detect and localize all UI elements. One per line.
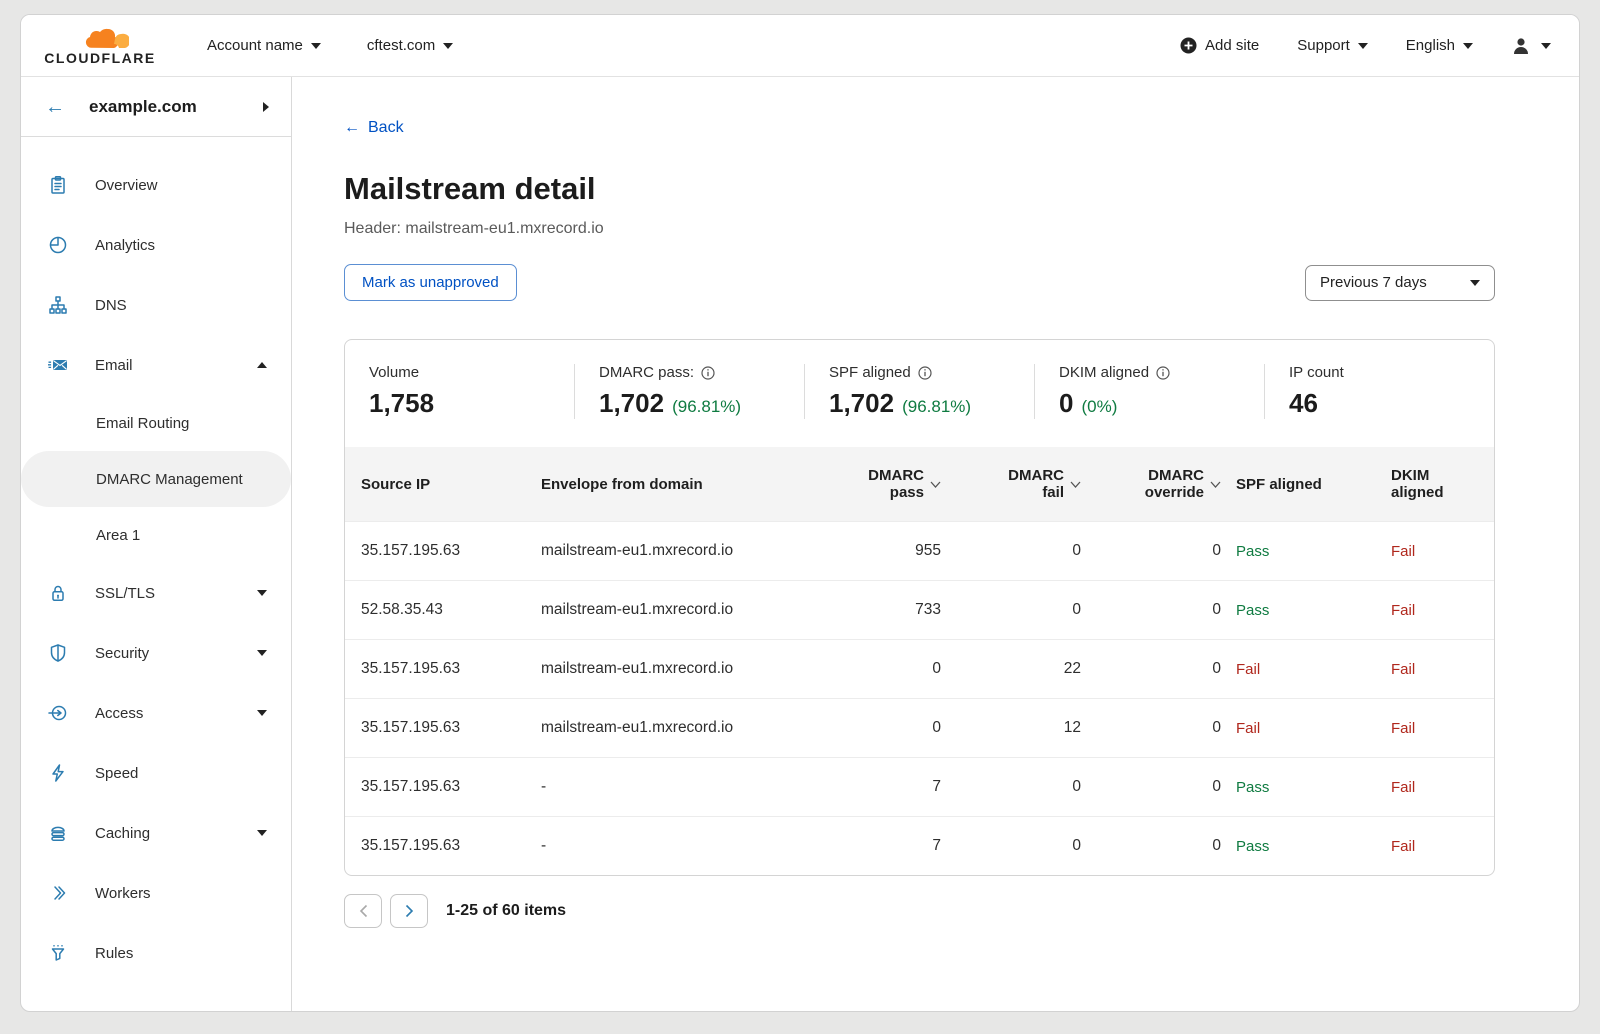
sidebar-item-analytics[interactable]: Analytics bbox=[21, 215, 291, 275]
info-icon[interactable] bbox=[1156, 366, 1170, 380]
sidebar-item-overview[interactable]: Overview bbox=[21, 155, 291, 215]
plus-circle-icon bbox=[1180, 37, 1197, 54]
info-icon[interactable] bbox=[918, 366, 932, 380]
pagination: 1-25 of 60 items bbox=[344, 894, 1495, 958]
sort-chevron-icon bbox=[930, 481, 941, 488]
sidebar-item-security[interactable]: Security bbox=[21, 623, 291, 683]
table-row: 35.157.195.63 - 7 0 0 Pass Fail bbox=[345, 757, 1494, 816]
chevron-down-icon bbox=[1358, 43, 1368, 49]
user-menu[interactable] bbox=[1511, 36, 1551, 56]
chevron-down-icon bbox=[1463, 43, 1473, 49]
table-row: 35.157.195.63 - 7 0 0 Pass Fail bbox=[345, 816, 1494, 875]
chevron-up-icon bbox=[257, 362, 267, 368]
stats-row: Volume 1,758 DMARC pass: 1,702 (96.81%) … bbox=[345, 340, 1494, 447]
sidebar-item-speed[interactable]: Speed bbox=[21, 743, 291, 803]
stat-volume: Volume 1,758 bbox=[345, 364, 574, 419]
sidebar-item-rules[interactable]: Rules bbox=[21, 923, 291, 983]
chevron-right-icon bbox=[263, 102, 269, 112]
next-page-button[interactable] bbox=[390, 894, 428, 928]
code-brackets-icon bbox=[47, 883, 69, 903]
funnel-icon bbox=[47, 943, 69, 963]
column-header-dmarc-override[interactable]: DMARC override bbox=[1081, 467, 1221, 501]
mailstream-card: Volume 1,758 DMARC pass: 1,702 (96.81%) … bbox=[344, 339, 1495, 876]
main-content: ← Back Mailstream detail Header: mailstr… bbox=[292, 77, 1579, 1011]
column-header-dmarc-fail[interactable]: DMARC fail bbox=[941, 467, 1081, 501]
table-header: Source IP Envelope from domain DMARC pas… bbox=[345, 447, 1494, 521]
chevron-down-icon bbox=[257, 710, 267, 716]
chevron-down-icon bbox=[257, 830, 267, 836]
chevron-left-icon bbox=[359, 904, 368, 918]
brand-wordmark: CLOUDFLARE bbox=[44, 50, 155, 66]
chevron-down-icon bbox=[1541, 43, 1551, 49]
sidebar-item-dmarc-management[interactable]: DMARC Management bbox=[21, 451, 291, 507]
table-row: 52.58.35.43 mailstream-eu1.mxrecord.io 7… bbox=[345, 580, 1494, 639]
page-title: Mailstream detail bbox=[344, 171, 1495, 207]
access-icon bbox=[47, 703, 69, 723]
chevron-down-icon bbox=[443, 43, 453, 49]
cloudflare-cloud-icon bbox=[71, 26, 129, 52]
column-header-dkim-aligned: DKIM aligned bbox=[1376, 467, 1478, 501]
period-select[interactable]: Previous 7 days bbox=[1305, 265, 1495, 301]
sidebar-item-access[interactable]: Access bbox=[21, 683, 291, 743]
back-arrow-icon: ← bbox=[45, 97, 65, 117]
cloudflare-logo[interactable]: CLOUDFLARE bbox=[35, 26, 165, 66]
page-subtitle: Header: mailstream-eu1.mxrecord.io bbox=[344, 220, 1495, 238]
column-header-envelope: Envelope from domain bbox=[541, 476, 791, 493]
previous-page-button[interactable] bbox=[344, 894, 382, 928]
stat-spf-aligned: SPF aligned 1,702 (96.81%) bbox=[804, 364, 1034, 419]
cache-icon bbox=[47, 823, 69, 843]
table-row: 35.157.195.63 mailstream-eu1.mxrecord.io… bbox=[345, 639, 1494, 698]
sidebar-item-email-routing[interactable]: Email Routing bbox=[21, 395, 291, 451]
back-arrow-icon: ← bbox=[344, 119, 360, 137]
account-dropdown[interactable]: Account name bbox=[207, 37, 321, 54]
sidebar-item-ssl-tls[interactable]: SSL/TLS bbox=[21, 563, 291, 623]
sidebar-item-workers[interactable]: Workers bbox=[21, 863, 291, 923]
user-icon bbox=[1511, 36, 1531, 56]
sidebar-item-email[interactable]: Email bbox=[21, 335, 291, 395]
table-row: 35.157.195.63 mailstream-eu1.mxrecord.io… bbox=[345, 521, 1494, 580]
chevron-down-icon bbox=[257, 650, 267, 656]
column-header-spf-aligned: SPF aligned bbox=[1221, 476, 1376, 493]
info-icon[interactable] bbox=[701, 366, 715, 380]
column-header-source-ip: Source IP bbox=[361, 476, 541, 493]
chevron-down-icon bbox=[311, 43, 321, 49]
mark-unapproved-button[interactable]: Mark as unapproved bbox=[344, 264, 517, 301]
sort-chevron-icon bbox=[1070, 481, 1081, 488]
sidebar-nav: Overview Analytics DNS bbox=[21, 137, 291, 983]
language-dropdown[interactable]: English bbox=[1406, 37, 1473, 54]
chevron-right-icon bbox=[405, 904, 414, 918]
chevron-down-icon bbox=[257, 590, 267, 596]
stat-dmarc-pass: DMARC pass: 1,702 (96.81%) bbox=[574, 364, 804, 419]
sidebar-site-name: example.com bbox=[89, 97, 197, 117]
sidebar-site-header[interactable]: ← example.com bbox=[21, 77, 291, 137]
sidebar-item-dns[interactable]: DNS bbox=[21, 275, 291, 335]
shield-icon bbox=[47, 643, 69, 663]
network-icon bbox=[47, 295, 69, 315]
clipboard-icon bbox=[47, 175, 69, 195]
lock-icon bbox=[47, 583, 69, 603]
email-icon bbox=[47, 355, 69, 375]
add-site-button[interactable]: Add site bbox=[1180, 37, 1259, 54]
chevron-down-icon bbox=[1470, 280, 1480, 286]
stat-dkim-aligned: DKIM aligned 0 (0%) bbox=[1034, 364, 1264, 419]
sidebar: ← example.com Overview Analytics bbox=[21, 77, 292, 1011]
table-row: 35.157.195.63 mailstream-eu1.mxrecord.io… bbox=[345, 698, 1494, 757]
column-header-dmarc-pass[interactable]: DMARC pass bbox=[791, 467, 941, 501]
pie-chart-icon bbox=[47, 235, 69, 255]
stat-ip-count: IP count 46 bbox=[1264, 364, 1494, 419]
sidebar-item-area-1[interactable]: Area 1 bbox=[21, 507, 291, 563]
lightning-icon bbox=[47, 763, 69, 783]
sort-chevron-icon bbox=[1210, 481, 1221, 488]
pagination-label: 1-25 of 60 items bbox=[446, 902, 566, 920]
top-nav-bar: CLOUDFLARE Account name cftest.com Add s… bbox=[21, 15, 1579, 77]
sidebar-item-caching[interactable]: Caching bbox=[21, 803, 291, 863]
site-dropdown[interactable]: cftest.com bbox=[367, 37, 453, 54]
support-dropdown[interactable]: Support bbox=[1297, 37, 1368, 54]
back-link[interactable]: ← Back bbox=[344, 119, 404, 137]
app-window: CLOUDFLARE Account name cftest.com Add s… bbox=[20, 14, 1580, 1012]
